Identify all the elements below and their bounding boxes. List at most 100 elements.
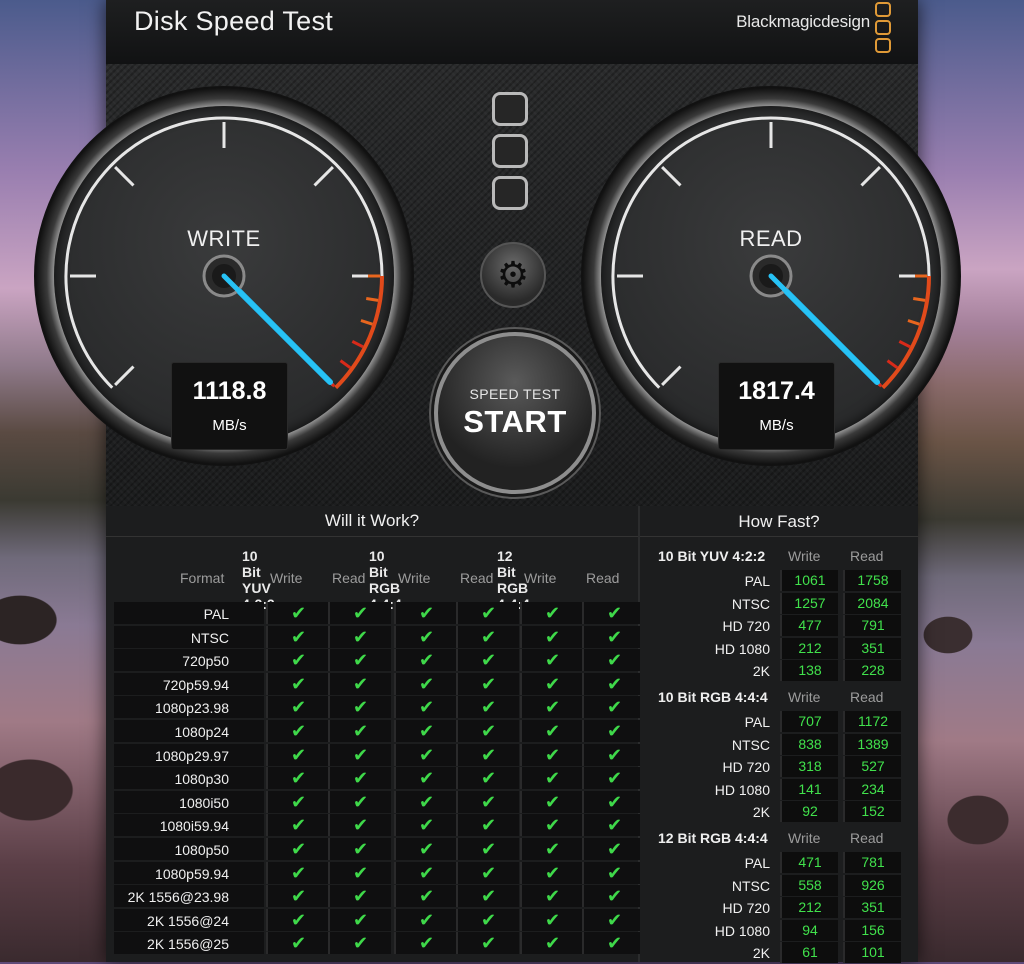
resolution-label: 2K — [752, 663, 770, 680]
settings-button[interactable]: ⚙ — [480, 242, 546, 308]
write-fps-value: 707 — [780, 711, 838, 732]
resolution-label: PAL — [744, 855, 770, 871]
how-fast-row: HD 1080 141 234 — [640, 778, 918, 801]
format-row: 2K 1556@25 ✔ ✔ ✔ ✔ ✔ ✔ — [114, 932, 645, 955]
compatibility-cell: ✔ — [520, 696, 583, 719]
compatibility-cell: ✔ — [394, 932, 457, 955]
checkmark-icon: ✔ — [480, 862, 497, 883]
compatibility-cell: ✔ — [394, 625, 457, 648]
checkmark-icon: ✔ — [606, 909, 623, 930]
how-fast-group-title: 10 Bit YUV 4:2:2 — [658, 548, 766, 564]
compatibility-cell: ✔ — [582, 743, 645, 766]
checkmark-icon: ✔ — [480, 626, 497, 647]
write-fps-value: 92 — [780, 801, 838, 823]
format-row: 1080p24 ✔ ✔ ✔ ✔ ✔ ✔ — [114, 720, 645, 743]
checkmark-icon: ✔ — [606, 839, 623, 859]
checkmark-icon: ✔ — [606, 791, 623, 812]
checkmark-icon: ✔ — [544, 815, 561, 836]
checkmark-icon: ✔ — [544, 603, 561, 623]
checkmark-icon: ✔ — [606, 862, 623, 883]
how-fast-group-title: 12 Bit RGB 4:4:4 — [658, 830, 768, 846]
checkmark-icon: ✔ — [418, 862, 435, 883]
gauge-redline-tick — [360, 319, 373, 326]
format-row: 2K 1556@24 ✔ ✔ ✔ ✔ ✔ ✔ — [114, 908, 645, 932]
write-fps-value: 94 — [780, 919, 838, 941]
read-speed-value: 1817.4 — [738, 377, 815, 405]
checkmark-icon: ✔ — [418, 603, 435, 623]
resolution-label: HD 1080 — [714, 781, 770, 798]
read-fps-value: 781 — [843, 852, 901, 873]
read-speed-unit: MB/s — [759, 417, 794, 434]
resolution-label: HD 1080 — [714, 922, 770, 939]
compatibility-cell: ✔ — [582, 885, 645, 908]
how-fast-row: NTSC 1257 2084 — [640, 592, 918, 615]
compatibility-cell: ✔ — [266, 649, 329, 672]
compatibility-cell: ✔ — [394, 885, 457, 908]
resolution-label: 2K — [752, 804, 770, 821]
disk-speed-test-window: Disk Speed Test Blackmagicdesign WRITE 1… — [34, 0, 961, 964]
start-button[interactable]: SPEED TEST START — [434, 332, 596, 494]
brand-name: Blackmagicdesign — [736, 12, 870, 31]
compatibility-cell: ✔ — [266, 625, 329, 648]
blackmagic-emblem-icon — [492, 92, 528, 218]
compatibility-cell: ✔ — [266, 932, 329, 955]
compatibility-cell: ✔ — [394, 814, 457, 837]
format-row: 1080p30 ✔ ✔ ✔ ✔ ✔ ✔ — [114, 767, 645, 790]
compatibility-cell: ✔ — [456, 861, 519, 884]
format-label: 1080i59.94 — [159, 818, 229, 835]
compatibility-cell: ✔ — [328, 743, 391, 766]
compatibility-cell: ✔ — [266, 767, 329, 790]
write-fps-value: 318 — [780, 756, 838, 778]
compatibility-cell: ✔ — [456, 908, 519, 931]
how-fast-row: 2K 138 228 — [640, 660, 918, 682]
how-fast-row: HD 1080 94 156 — [640, 919, 918, 942]
write-speed-value: 1118.8 — [192, 377, 267, 405]
checkmark-icon: ✔ — [606, 697, 623, 718]
format-row: PAL ✔ ✔ ✔ ✔ ✔ ✔ — [114, 602, 645, 625]
checkmark-icon: ✔ — [290, 673, 307, 694]
compatibility-cell: ✔ — [520, 672, 583, 695]
compatibility-cell: ✔ — [328, 720, 391, 742]
compatibility-cell: ✔ — [266, 696, 329, 719]
checkmark-icon: ✔ — [544, 721, 561, 741]
how-fast-row: HD 720 318 527 — [640, 756, 918, 778]
checkmark-icon: ✔ — [606, 721, 623, 741]
gauge-major-tick — [114, 166, 135, 187]
checkmark-icon: ✔ — [352, 626, 369, 647]
compatibility-cell: ✔ — [328, 767, 391, 790]
compatibility-cell: ✔ — [520, 625, 583, 648]
format-row: 1080p29.97 ✔ ✔ ✔ ✔ ✔ ✔ — [114, 743, 645, 767]
gear-icon: ⚙ — [496, 254, 530, 295]
format-label: 1080p24 — [174, 724, 229, 740]
will-it-work-panel: Will it Work? 10 Bit YUV 4:2:210 Bit RGB… — [106, 506, 645, 962]
read-gauge-label: READ — [739, 226, 803, 251]
checkmark-icon: ✔ — [290, 768, 307, 789]
how-fast-row: HD 720 212 351 — [640, 897, 918, 919]
write-speed-unit: MB/s — [212, 417, 247, 434]
compatibility-cell: ✔ — [394, 861, 457, 884]
read-fps-value: 152 — [843, 801, 901, 823]
checkmark-icon: ✔ — [544, 909, 561, 930]
checkmark-icon: ✔ — [480, 603, 497, 623]
resolution-label: HD 1080 — [714, 640, 770, 657]
compatibility-cell: ✔ — [456, 814, 519, 837]
checkmark-icon: ✔ — [606, 768, 623, 789]
resolution-label: 2K — [752, 945, 770, 962]
checkmark-icon: ✔ — [290, 839, 307, 859]
gauge-redline-tick — [339, 359, 352, 369]
format-label: 1080i50 — [179, 794, 229, 811]
format-row: NTSC ✔ ✔ ✔ ✔ ✔ ✔ — [114, 625, 645, 649]
checkmark-icon: ✔ — [352, 650, 369, 671]
compatibility-cell: ✔ — [394, 720, 457, 742]
write-fps-value: 1257 — [780, 592, 838, 614]
read-fps-value: 1172 — [843, 711, 901, 732]
format-label: 2K 1556@23.98 — [127, 889, 229, 906]
compatibility-cell: ✔ — [520, 790, 583, 813]
checkmark-icon: ✔ — [290, 933, 307, 954]
how-fast-row: NTSC 558 926 — [640, 874, 918, 897]
checkmark-icon: ✔ — [352, 673, 369, 694]
compatibility-cell: ✔ — [266, 602, 329, 624]
compatibility-cell: ✔ — [582, 649, 645, 672]
read-fps-value: 156 — [843, 919, 901, 941]
gauge-redline-tick — [912, 297, 926, 302]
